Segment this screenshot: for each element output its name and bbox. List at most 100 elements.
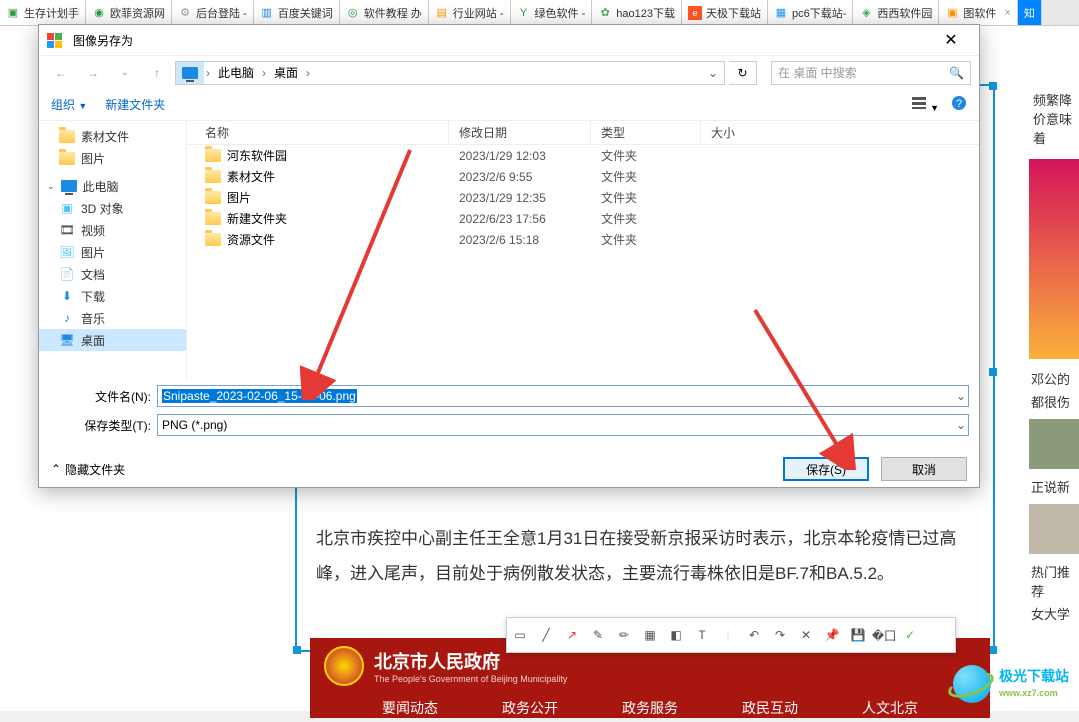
view-mode-icon[interactable]: ▼ [911,95,939,114]
help-icon[interactable]: ? [951,95,967,114]
browser-tab[interactable]: ⚙后台登陆 - [172,0,254,25]
cube-icon: ▣ [59,201,75,215]
line-tool-icon[interactable]: ╱ [533,621,559,649]
thumb-image[interactable] [1029,504,1079,554]
new-folder-button[interactable]: 新建文件夹 [105,96,165,113]
site-icon: ▤ [435,6,449,20]
sidebar-teaser: 频繁降价意味着 [1029,86,1079,151]
mosaic-tool-icon[interactable]: ▦ [637,621,663,649]
breadcrumb-bar[interactable]: › 此电脑 › 桌面 › ⌄ [175,61,725,85]
text-tool-icon[interactable]: T [689,621,715,649]
dialog-titlebar[interactable]: 图像另存为 ✕ [39,25,979,55]
dialog-nav-bar: ← → ⌄ ↑ › 此电脑 › 桌面 › ⌄ ↻ 在 桌面 中搜索 🔍 [39,55,979,89]
gov-nav-item[interactable]: 要闻动态 [382,698,438,718]
browser-tab[interactable]: ▤行业网站 - [429,0,511,25]
site-icon: ✿ [598,6,612,20]
search-icon[interactable]: 🔍 [949,66,964,80]
refresh-button[interactable]: ↻ [729,61,757,85]
folder-icon [205,212,221,225]
sidebar-teaser: 都很伤 [1029,390,1079,413]
pc-icon [176,62,204,84]
music-icon: ♪ [59,311,75,325]
browser-tab[interactable]: ◉欧菲资源网 [86,0,172,25]
watermark-logo: 极光下载站www.xz7.com [953,665,1069,703]
pin-icon[interactable]: 📌 [819,621,845,649]
up-icon[interactable]: ↑ [143,61,171,85]
tree-item[interactable]: 🎞视频 [39,219,186,241]
snip-toolbar: ▭ ╱ ↗ ✎ ✏ ▦ ◧ T | ↶ ↷ ✕ 📌 💾 �囗 ✓ [506,617,956,653]
tree-item[interactable]: 图片 [39,147,186,169]
gov-nav-item[interactable]: 人文北京 [862,698,918,718]
browser-tab[interactable]: ✿hao123下载 [592,0,682,25]
rect-tool-icon[interactable]: ▭ [507,621,533,649]
breadcrumb-dropdown-icon[interactable]: ⌄ [708,66,724,80]
thumb-image[interactable] [1029,419,1079,469]
browser-tab[interactable]: ▥百度关键词 [254,0,340,25]
pen-tool-icon[interactable]: ✎ [585,621,611,649]
arrow-tool-icon[interactable]: ↗ [559,621,585,649]
site-icon: e [688,6,702,20]
browser-tab-bar: ▣生存计划手 ◉欧菲资源网 ⚙后台登陆 - ▥百度关键词 ◎软件教程 办 ▤行业… [0,0,1079,26]
undo-icon[interactable]: ↶ [741,621,767,649]
folder-icon [205,170,221,183]
back-icon[interactable]: ← [47,61,75,85]
tree-item[interactable]: 🖼图片 [39,241,186,263]
gov-nav-item[interactable]: 政务公开 [502,698,558,718]
tree-item-desktop[interactable]: 🖥桌面 [39,329,186,351]
confirm-icon[interactable]: ✓ [897,621,923,649]
breadcrumb-item[interactable]: 桌面 [268,62,304,84]
forward-icon[interactable]: → [79,61,107,85]
tree-item[interactable]: 📄文档 [39,263,186,285]
history-dropdown-icon[interactable]: ⌄ [111,61,139,85]
tree-item[interactable]: 素材文件 [39,125,186,147]
browser-tab[interactable]: ▣图软件× [939,0,1017,25]
folder-icon [205,149,221,162]
browser-tab[interactable]: ▦pc6下载站- [768,0,853,25]
browser-tab[interactable]: ▣生存计划手 [0,0,86,25]
tree-item[interactable]: ⬇下载 [39,285,186,307]
gov-nav-item[interactable]: 政民互动 [742,698,798,718]
tree-item[interactable]: ♪音乐 [39,307,186,329]
filetype-label: 保存类型(T): [49,417,157,434]
sidebar-teaser[interactable]: 女大学 [1029,602,1079,625]
sidebar-teaser[interactable]: 邓公的 [1029,367,1079,390]
cancel-button[interactable]: 取消 [881,457,967,481]
close-button[interactable]: ✕ [931,25,971,55]
breadcrumb-chevron-icon[interactable]: › [204,66,212,80]
marker-tool-icon[interactable]: ✏ [611,621,637,649]
desktop-icon: 🖥 [59,333,75,347]
download-icon: ⬇ [59,289,75,303]
gov-nav-item[interactable]: 政务服务 [622,698,678,718]
eraser-tool-icon[interactable]: ◧ [663,621,689,649]
organize-button[interactable]: 组织 ▼ [51,96,87,113]
tree-item-thispc[interactable]: ⌄ 此电脑 [39,175,186,197]
browser-tab[interactable]: Y绿色软件 - [511,0,593,25]
dropdown-icon[interactable]: ⌄ [956,389,966,403]
tree-item[interactable]: ▣3D 对象 [39,197,186,219]
sidebar-teaser: 热门推荐 [1029,560,1079,602]
folder-tree: 素材文件 图片 ⌄ 此电脑 ▣3D 对象 🎞视频 🖼图片 📄文档 ⬇下载 ♪音乐… [39,121,187,379]
site-icon: ⚙ [178,6,192,20]
browser-tab[interactable]: 知 [1018,0,1042,25]
breadcrumb-item[interactable]: 此电脑 [212,62,260,84]
save-snip-icon[interactable]: 💾 [845,621,871,649]
search-placeholder: 在 桌面 中搜索 [778,64,857,81]
redo-icon[interactable]: ↷ [767,621,793,649]
column-header-type[interactable]: 类型 [591,121,701,144]
hide-folders-toggle[interactable]: ⌃隐藏文件夹 [51,461,125,478]
breadcrumb-chevron-icon[interactable]: › [304,66,312,80]
browser-tab[interactable]: ◎软件教程 办 [340,0,429,25]
sidebar-teaser[interactable]: 正说新 [1029,475,1079,498]
ad-image[interactable] [1029,159,1079,359]
breadcrumb-chevron-icon[interactable]: › [260,66,268,80]
column-header-date[interactable]: 修改日期 [449,121,591,144]
browser-tab[interactable]: ◈西西软件园 [853,0,939,25]
browser-tab[interactable]: e天极下载站 [682,0,768,25]
search-input[interactable]: 在 桌面 中搜索 🔍 [771,61,971,85]
cancel-snip-icon[interactable]: ✕ [793,621,819,649]
copy-icon[interactable]: �囗 [871,621,897,649]
dropdown-icon[interactable]: ⌄ [956,418,966,432]
close-icon[interactable]: × [1004,7,1010,19]
site-icon: ◉ [92,6,106,20]
column-header-size[interactable]: 大小 [701,121,781,144]
